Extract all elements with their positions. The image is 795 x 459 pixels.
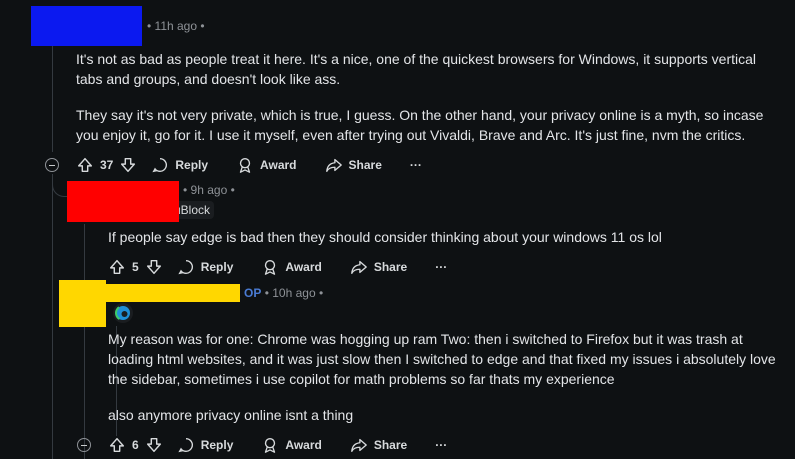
reply-icon (178, 438, 193, 453)
downvote-icon[interactable] (119, 156, 137, 174)
separator: • (147, 19, 152, 33)
more-options-button[interactable]: ··· (435, 260, 447, 274)
reply-icon (152, 158, 168, 173)
separator: • (230, 183, 235, 197)
more-options-button[interactable]: ··· (435, 438, 447, 452)
award-icon (265, 260, 276, 275)
downvote-icon[interactable] (145, 436, 163, 454)
username-redaction (67, 181, 179, 222)
comment-body: If people say edge is bad then they shou… (108, 227, 778, 247)
reply-button[interactable]: Reply (151, 156, 208, 174)
separator: • (318, 286, 324, 300)
vote-score: 37 (100, 158, 114, 172)
share-label: Share (373, 260, 408, 274)
reply-button[interactable]: Reply (177, 436, 234, 454)
share-label: Share (373, 438, 408, 452)
separator: • (264, 286, 269, 300)
award-button[interactable]: Award (236, 156, 297, 174)
share-button[interactable]: Share (350, 436, 407, 454)
vote-score: 6 (132, 438, 139, 452)
upvote-icon[interactable] (76, 156, 94, 174)
timestamp[interactable]: 10h ago (272, 286, 315, 300)
more-options-button[interactable]: ··· (410, 158, 422, 172)
thread-curve-reply1 (52, 174, 67, 197)
comment-body: It's not as bad as people treat it here.… (76, 49, 776, 145)
thread-line-reply1 (84, 224, 85, 459)
vote-group: 5 (108, 258, 163, 276)
comment-paragraph: also anymore privacy online isnt a thing (108, 407, 354, 423)
comment-paragraph: They say it's not very private, which is… (76, 107, 764, 143)
comment-action-bar: 37 Reply Award Share ··· (76, 153, 422, 177)
timestamp[interactable]: 9h ago (191, 183, 228, 197)
award-label: Award (285, 260, 322, 274)
award-label: Award (285, 438, 322, 452)
more-options-icon: ··· (409, 158, 422, 172)
comment-paragraph: My reason was for one: Chrome was hoggin… (108, 331, 776, 387)
award-label: Award (260, 158, 297, 172)
edge-browser-icon (112, 302, 134, 324)
comment-meta: • 11h ago • (147, 19, 205, 33)
vote-group: 6 (108, 436, 163, 454)
op-badge: OP (244, 286, 262, 300)
share-icon (325, 158, 342, 172)
upvote-icon[interactable] (108, 258, 126, 276)
more-options-icon: ··· (435, 438, 448, 452)
award-button[interactable]: Award (261, 436, 322, 454)
award-icon (239, 158, 251, 173)
collapse-thread-button[interactable] (77, 438, 91, 452)
comment-paragraph: It's not as bad as people treat it here.… (76, 51, 757, 87)
comment-meta: • 9h ago • (183, 183, 235, 197)
comment-meta: OP • 10h ago • (244, 286, 323, 300)
award-icon (265, 438, 276, 453)
timestamp[interactable]: 11h ago (155, 19, 198, 33)
reply-label: Reply (200, 260, 234, 274)
comment-action-bar: 6 Reply Award Share ··· (108, 433, 447, 457)
reply-icon (178, 260, 193, 275)
share-label: Share (348, 158, 382, 172)
upvote-icon[interactable] (108, 436, 126, 454)
more-options-icon: ··· (435, 260, 448, 274)
avatar-redaction (59, 280, 106, 327)
reply-label: Reply (175, 158, 209, 172)
award-button[interactable]: Award (261, 258, 322, 276)
share-icon (350, 438, 367, 452)
thread-line-root-lower (52, 174, 53, 459)
comment-body: My reason was for one: Chrome was hoggin… (108, 329, 784, 425)
username-redaction (31, 6, 142, 46)
vote-group: 37 (76, 156, 137, 174)
separator: • (200, 19, 205, 33)
comment-action-bar: 5 Reply Award Share ··· (108, 255, 447, 279)
share-icon (350, 260, 367, 274)
share-button[interactable]: Share (350, 258, 407, 276)
reply-button[interactable]: Reply (177, 258, 234, 276)
comment-paragraph: If people say edge is bad then they shou… (108, 229, 662, 245)
username-redaction (104, 284, 240, 302)
vote-score: 5 (132, 260, 139, 274)
thread-line-root (52, 40, 53, 152)
separator: • (183, 183, 188, 197)
downvote-icon[interactable] (145, 258, 163, 276)
collapse-thread-button[interactable] (45, 158, 59, 172)
reply-label: Reply (200, 438, 234, 452)
share-button[interactable]: Share (325, 156, 382, 174)
